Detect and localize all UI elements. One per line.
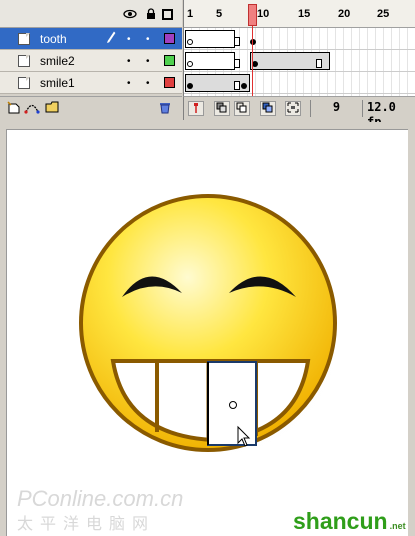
layer-row-tooth[interactable]: tooth • • bbox=[0, 28, 182, 50]
frames-grid[interactable] bbox=[183, 28, 415, 96]
pencil-icon bbox=[106, 31, 116, 46]
visibility-toggle[interactable]: • bbox=[127, 56, 131, 67]
layer-header bbox=[0, 0, 182, 28]
watermark-pconline: PConline.com.cn 太平洋电脑网 bbox=[17, 486, 183, 534]
keyframe[interactable] bbox=[187, 83, 193, 89]
frame-rate-display: 12.0 fp bbox=[362, 100, 415, 129]
timeline-panel: tooth • • smile2 • • smile1 • • 1 5 10 1… bbox=[0, 0, 415, 129]
watermark-pconline-main: PConline.com.cn bbox=[17, 486, 184, 511]
layer-name: smile2 bbox=[40, 54, 75, 68]
playhead[interactable] bbox=[248, 4, 257, 26]
span-end-marker bbox=[234, 81, 240, 90]
span-end-marker bbox=[316, 59, 322, 68]
lock-icon[interactable] bbox=[144, 8, 158, 20]
layer-icon bbox=[18, 77, 30, 89]
lock-toggle[interactable]: • bbox=[146, 56, 150, 67]
trash-icon[interactable] bbox=[157, 101, 173, 115]
layer-color-swatch[interactable] bbox=[164, 77, 175, 88]
layer-row-smile2[interactable]: smile2 • • bbox=[0, 50, 182, 72]
frame-row-smile1[interactable] bbox=[184, 72, 415, 94]
transform-point bbox=[229, 401, 237, 409]
center-frame-icon[interactable] bbox=[188, 101, 204, 116]
ruler-label: 5 bbox=[216, 8, 223, 20]
layer-name: smile1 bbox=[40, 76, 75, 90]
span-end-marker bbox=[234, 37, 240, 46]
layer-toolbar bbox=[0, 96, 182, 120]
keyframe-empty[interactable] bbox=[187, 39, 193, 45]
visibility-toggle[interactable]: • bbox=[127, 78, 131, 89]
current-frame-display: 9 bbox=[310, 100, 362, 117]
lock-toggle[interactable]: • bbox=[146, 34, 150, 45]
layer-color-swatch[interactable] bbox=[164, 33, 175, 44]
watermark-pconline-sub: 太平洋电脑网 bbox=[17, 516, 156, 533]
smiley-drawing[interactable] bbox=[7, 130, 409, 536]
frame-ruler[interactable]: 1 5 10 15 20 25 bbox=[183, 0, 415, 28]
watermark-shancun-sub: .net bbox=[389, 521, 406, 531]
modify-markers-icon[interactable] bbox=[285, 101, 301, 116]
layer-color-swatch[interactable] bbox=[164, 55, 175, 66]
ruler-label: 1 bbox=[187, 8, 194, 20]
onion-skin-icon[interactable] bbox=[214, 101, 230, 116]
frame-toolbar: 9 12.0 fp bbox=[183, 96, 415, 129]
insert-folder-icon[interactable] bbox=[44, 101, 60, 115]
layer-row-smile1[interactable]: smile1 • • bbox=[0, 72, 182, 94]
ruler-label: 10 bbox=[257, 8, 270, 20]
keyframe[interactable] bbox=[241, 83, 247, 89]
visibility-toggle[interactable]: • bbox=[127, 34, 131, 45]
watermark-shancun-main: shancun bbox=[293, 508, 388, 534]
span-end-marker bbox=[234, 59, 240, 68]
stage-canvas[interactable]: PConline.com.cn 太平洋电脑网 shancun .net bbox=[6, 129, 408, 536]
insert-layer-icon[interactable] bbox=[6, 101, 22, 115]
frame-row-tooth[interactable] bbox=[184, 28, 415, 50]
edit-multiple-icon[interactable] bbox=[260, 101, 276, 116]
lock-toggle[interactable]: • bbox=[146, 78, 150, 89]
onion-outlines-icon[interactable] bbox=[234, 101, 250, 116]
watermark-shancun: shancun .net bbox=[293, 508, 406, 535]
frame-span[interactable] bbox=[185, 52, 235, 70]
layer-icon bbox=[18, 55, 30, 67]
layer-icon bbox=[18, 33, 30, 45]
keyframe-empty[interactable] bbox=[187, 61, 193, 67]
ruler-label: 25 bbox=[377, 8, 390, 20]
motion-guide-icon[interactable] bbox=[24, 101, 40, 115]
frame-span[interactable] bbox=[185, 74, 250, 92]
keyframe[interactable] bbox=[250, 39, 256, 45]
ruler-label: 20 bbox=[338, 8, 351, 20]
ruler-label: 15 bbox=[298, 8, 311, 20]
playhead-line bbox=[252, 26, 253, 96]
frame-row-smile2[interactable] bbox=[184, 50, 415, 72]
outline-icon[interactable] bbox=[162, 9, 173, 20]
frame-span[interactable] bbox=[185, 30, 235, 48]
eye-icon[interactable] bbox=[123, 8, 137, 20]
stage-area: PConline.com.cn 太平洋电脑网 shancun .net bbox=[0, 122, 415, 536]
layer-name: tooth bbox=[40, 32, 67, 46]
